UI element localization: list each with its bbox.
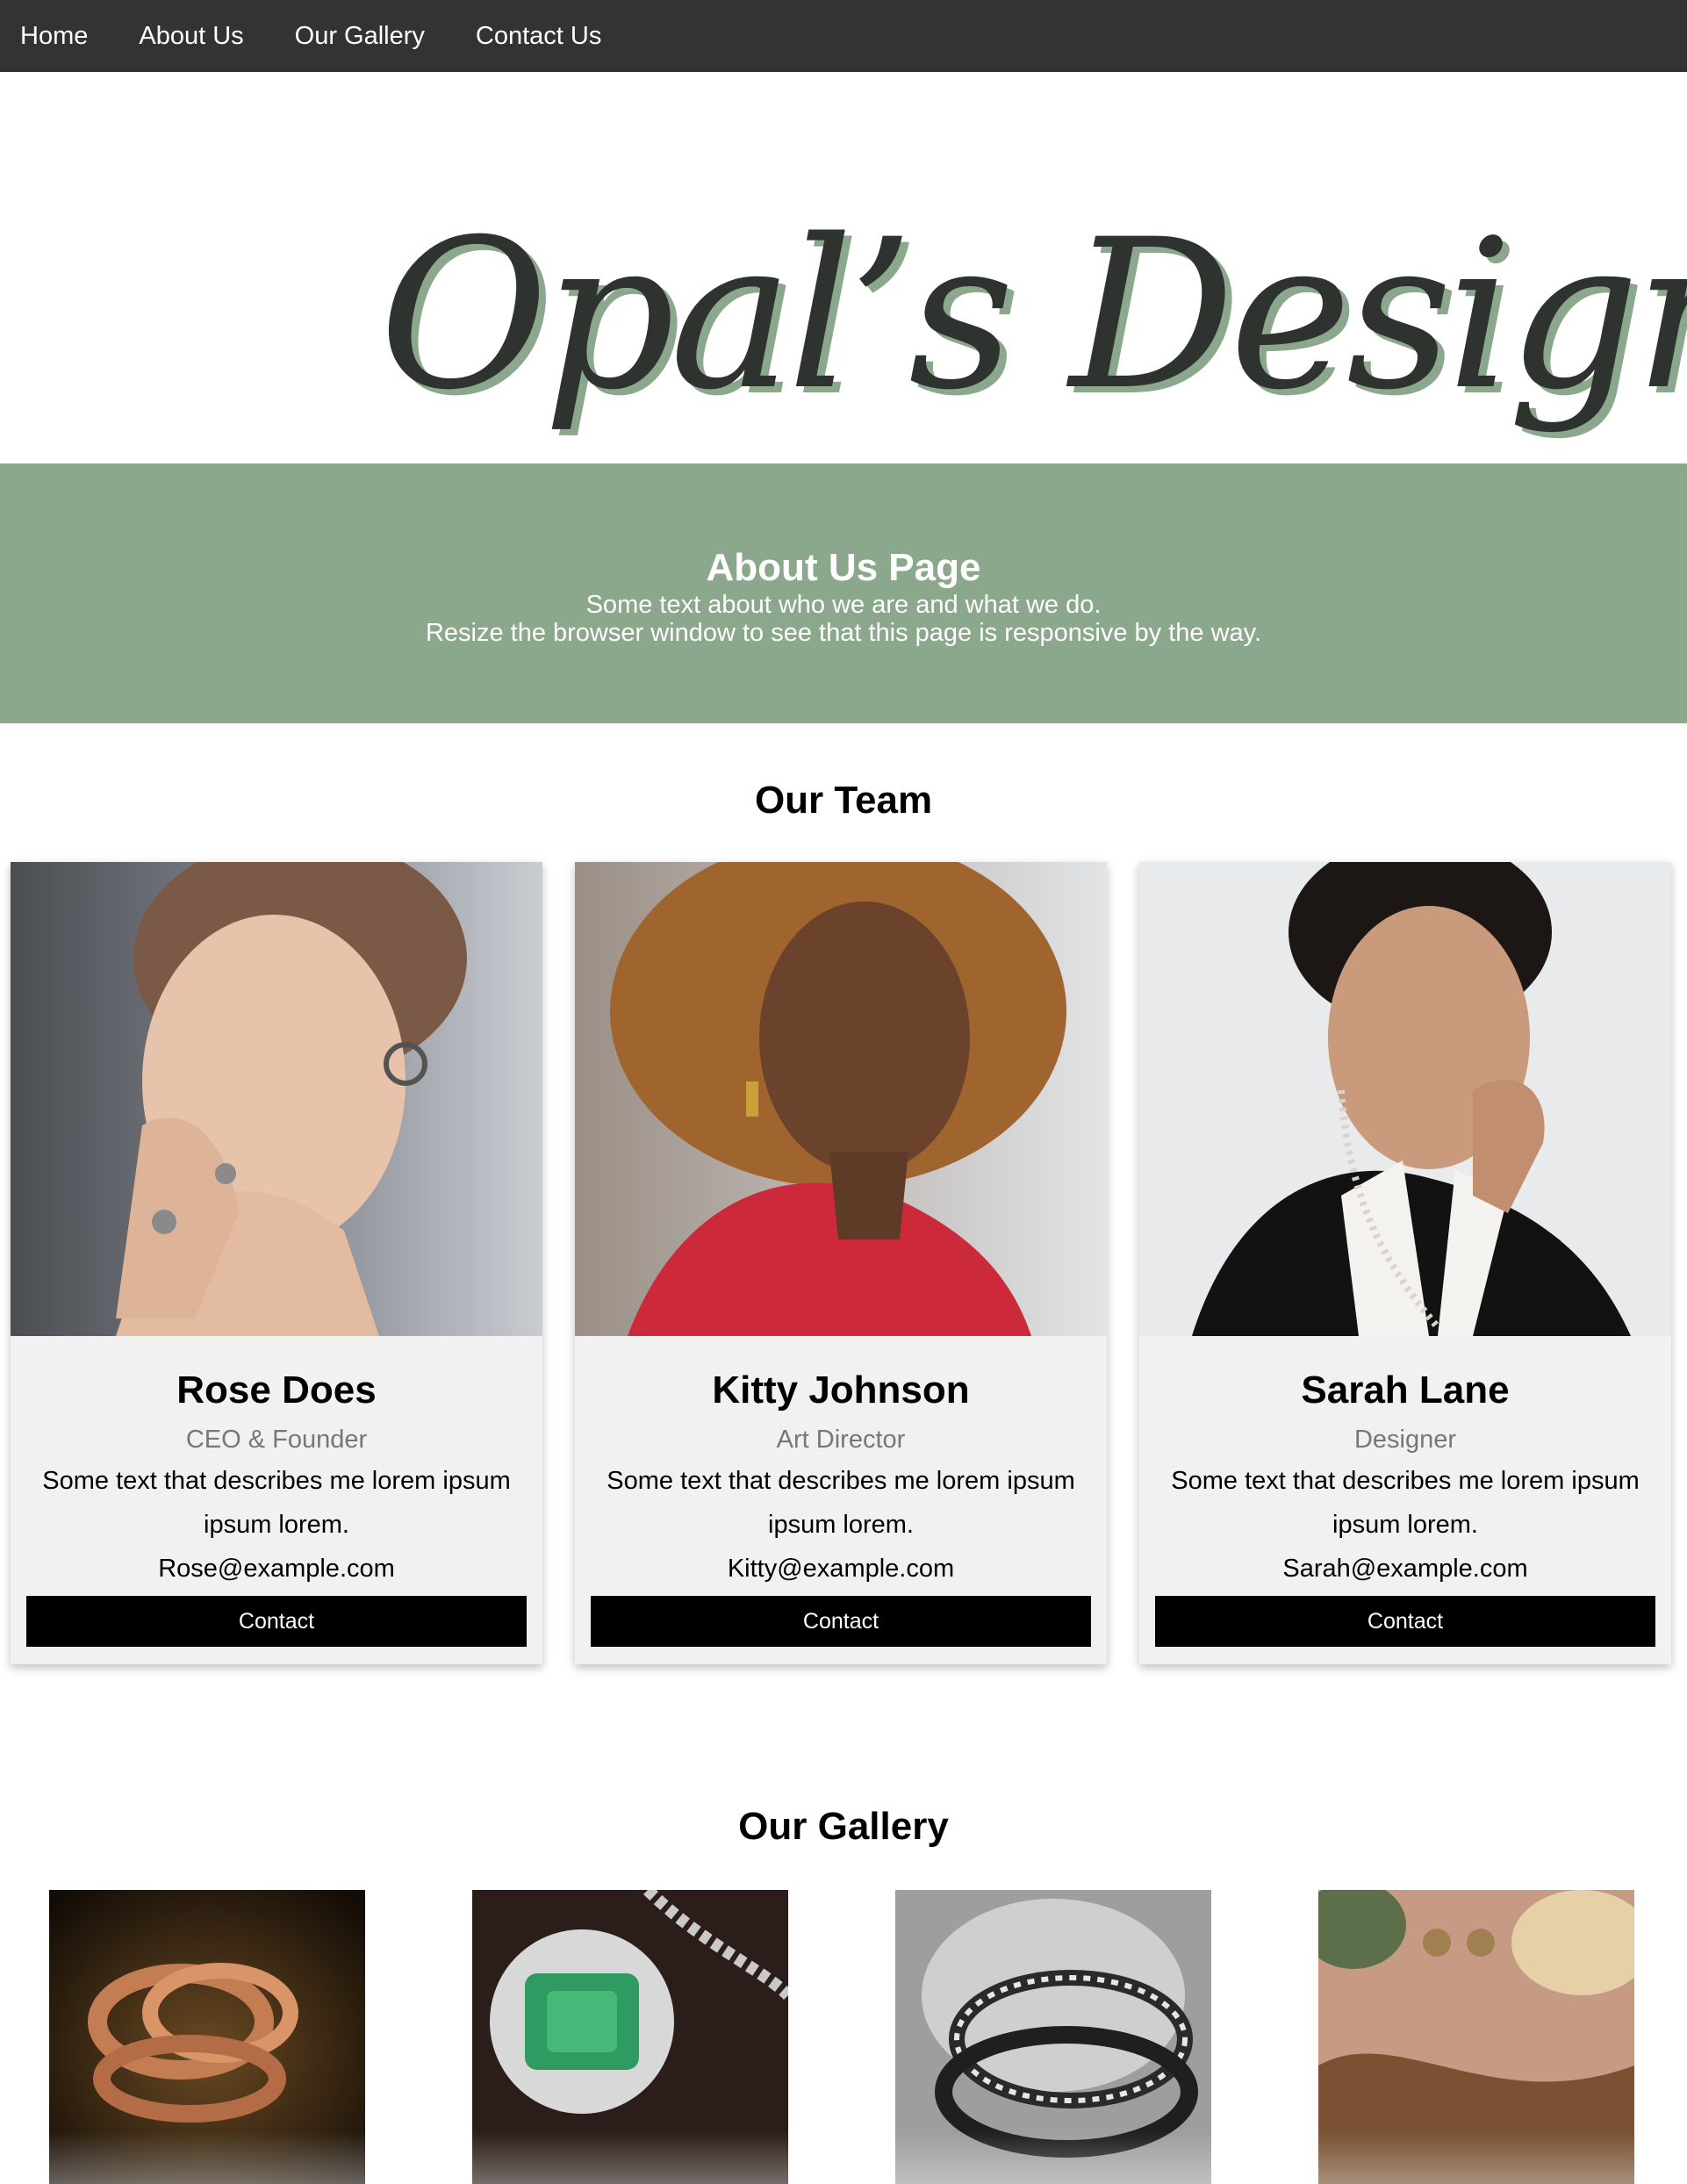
top-navigation: Home About Us Our Gallery Contact Us — [0, 0, 1687, 72]
member-email: Rose@example.com — [158, 1555, 395, 1583]
gallery-image[interactable] — [1318, 1890, 1634, 2184]
member-role: Designer — [1353, 1426, 1457, 1454]
silver-rings-image — [895, 1890, 1211, 2184]
hero-title: About Us Page — [706, 546, 981, 589]
portrait-image — [1139, 862, 1671, 1336]
member-name: Rose Does — [176, 1369, 377, 1412]
member-photo — [1139, 862, 1671, 1336]
hero-text-line1: Some text about who we are and what we d… — [585, 591, 1102, 619]
member-role: Art Director — [776, 1426, 906, 1454]
team-row: Rose Does CEO & Founder Some text that d… — [11, 862, 1675, 1664]
nav-about-link[interactable]: About Us — [139, 22, 243, 51]
member-email: Kitty@example.com — [727, 1555, 955, 1583]
rings-image — [49, 1890, 365, 2184]
brand-logo: Opal’s Design Opal’s Design — [379, 196, 1687, 442]
gallery-title: Our Gallery — [738, 1805, 949, 1848]
logo-text: Opal’s Design — [379, 196, 1687, 435]
member-photo — [11, 862, 542, 1336]
contact-button[interactable]: Contact — [1155, 1596, 1655, 1647]
portrait-image — [575, 862, 1107, 1336]
member-role: CEO & Founder — [185, 1426, 368, 1454]
member-name: Kitty Johnson — [712, 1369, 970, 1412]
contact-button[interactable]: Contact — [26, 1596, 527, 1647]
team-card: Sarah Lane Designer Some text that descr… — [1139, 862, 1671, 1664]
team-card: Rose Does CEO & Founder Some text that d… — [11, 862, 542, 1664]
nav-contact-link[interactable]: Contact Us — [476, 22, 601, 51]
contact-button[interactable]: Contact — [591, 1596, 1091, 1647]
member-photo — [575, 862, 1107, 1336]
gallery-image[interactable] — [472, 1890, 788, 2184]
team-card: Kitty Johnson Art Director Some text tha… — [575, 862, 1107, 1664]
gallery-image[interactable] — [895, 1890, 1211, 2184]
member-description: Some text that describes me lorem ipsum … — [42, 1467, 511, 1539]
about-hero: About Us Page Some text about who we are… — [0, 463, 1687, 723]
member-description: Some text that describes me lorem ipsum … — [1171, 1467, 1640, 1539]
member-email: Sarah@example.com — [1282, 1555, 1528, 1583]
hero-text-line2: Resize the browser window to see that th… — [425, 619, 1262, 647]
portrait-image — [11, 862, 542, 1336]
emerald-pendant-image — [472, 1890, 788, 2184]
member-description: Some text that describes me lorem ipsum … — [607, 1467, 1075, 1539]
member-name: Sarah Lane — [1301, 1369, 1510, 1412]
logo-area: Opal’s Design Opal’s Design — [0, 72, 1687, 463]
nav-gallery-link[interactable]: Our Gallery — [295, 22, 425, 51]
gallery-image[interactable] — [49, 1890, 365, 2184]
gallery-grid — [0, 1890, 1687, 2184]
team-title: Our Team — [754, 779, 933, 822]
earrings-image — [1318, 1890, 1634, 2184]
nav-home-link[interactable]: Home — [20, 22, 88, 51]
